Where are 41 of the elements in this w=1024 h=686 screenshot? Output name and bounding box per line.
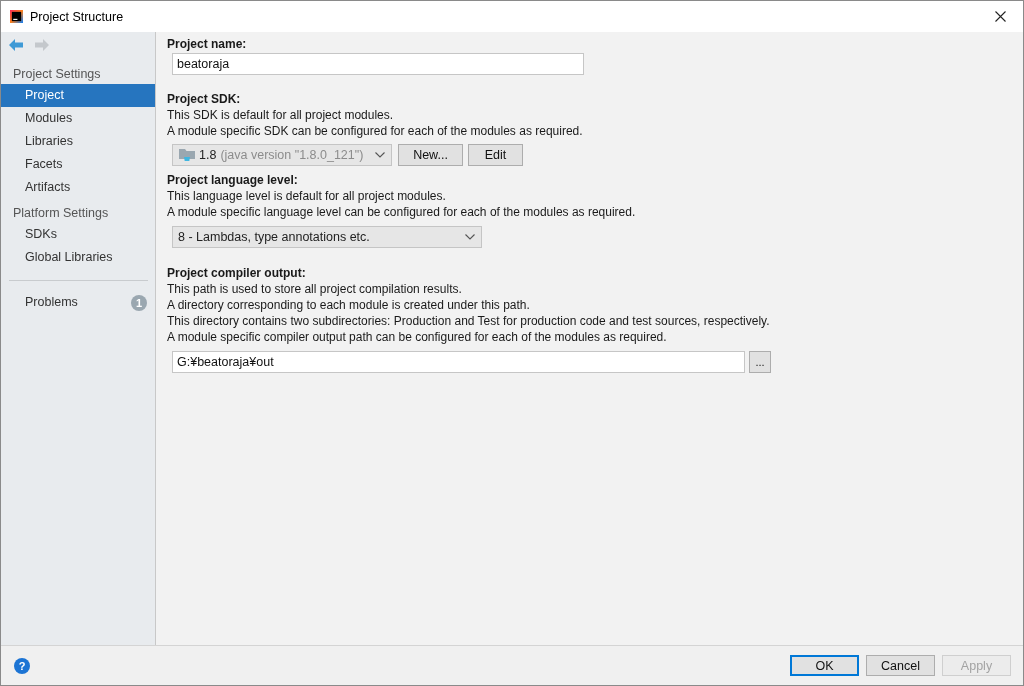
back-arrow-icon[interactable] [9,38,23,51]
help-button[interactable]: ? [14,657,30,674]
problems-item[interactable]: Problems 1 [1,291,155,314]
folder-icon [179,148,195,162]
description-text: This directory contains two subdirectories: Production and Test for production code and test sources, respectively. [167,313,770,329]
field-label: Project language level: [167,172,298,188]
sdk-button[interactable]: Edit [468,144,523,166]
description-text: A module specific language level can be configured for each of the modules as required. [167,204,636,220]
close-icon [994,11,1006,22]
sidebar-item[interactable]: Facets [1,153,155,176]
section-header: Platform Settings [12,205,110,222]
sidebar-item[interactable]: SDKs [1,223,155,246]
sidebar-item[interactable]: Libraries [1,130,155,153]
description-text: A module specific compiler output path can be configured for each of the modules as required. [167,329,667,345]
dialog-button[interactable]: Cancel [866,655,935,676]
sidebar-item[interactable]: Modules [1,107,155,130]
description-text: This language level is default for all project modules. [167,188,446,204]
field-label: Project compiler output: [167,265,306,281]
project-name-field[interactable]: beatoraja [172,53,584,75]
sidebar-item[interactable]: Artifacts [1,176,155,199]
section-header: Project Settings [12,66,102,83]
sdk-dropdown[interactable]: 1.8 (java version "1.8.0_121") [172,144,392,166]
sdk-button[interactable]: New... [398,144,463,166]
chevron-icon [375,152,385,158]
field-label: Project name: [167,36,247,52]
chevron-icon [465,234,475,240]
sidebar-item[interactable]: Global Libraries [1,246,155,269]
description-text: A directory corresponding to each module is created under this path. [167,297,530,313]
description-text: A module specific SDK can be configured for each of the modules as required. [167,123,583,139]
item-label: Problems [25,294,78,311]
dialog-button[interactable]: OK [790,655,859,676]
language-level-dropdown[interactable]: 8 - Lambdas, type annotations etc. [172,226,482,248]
description-text: This SDK is default for all project modules. [167,107,394,123]
sidebar-item[interactable]: Project [1,84,155,107]
app-icon [10,10,23,23]
browse-button[interactable]: ... [749,351,771,373]
window-title: Project Structure [30,9,124,24]
description-text: This path is used to store all project compilation results. [167,281,462,297]
count-badge: 1 [131,294,147,311]
output-path-field[interactable]: G:¥beatoraja¥out [172,351,745,373]
field-label: Project SDK: [167,91,241,107]
